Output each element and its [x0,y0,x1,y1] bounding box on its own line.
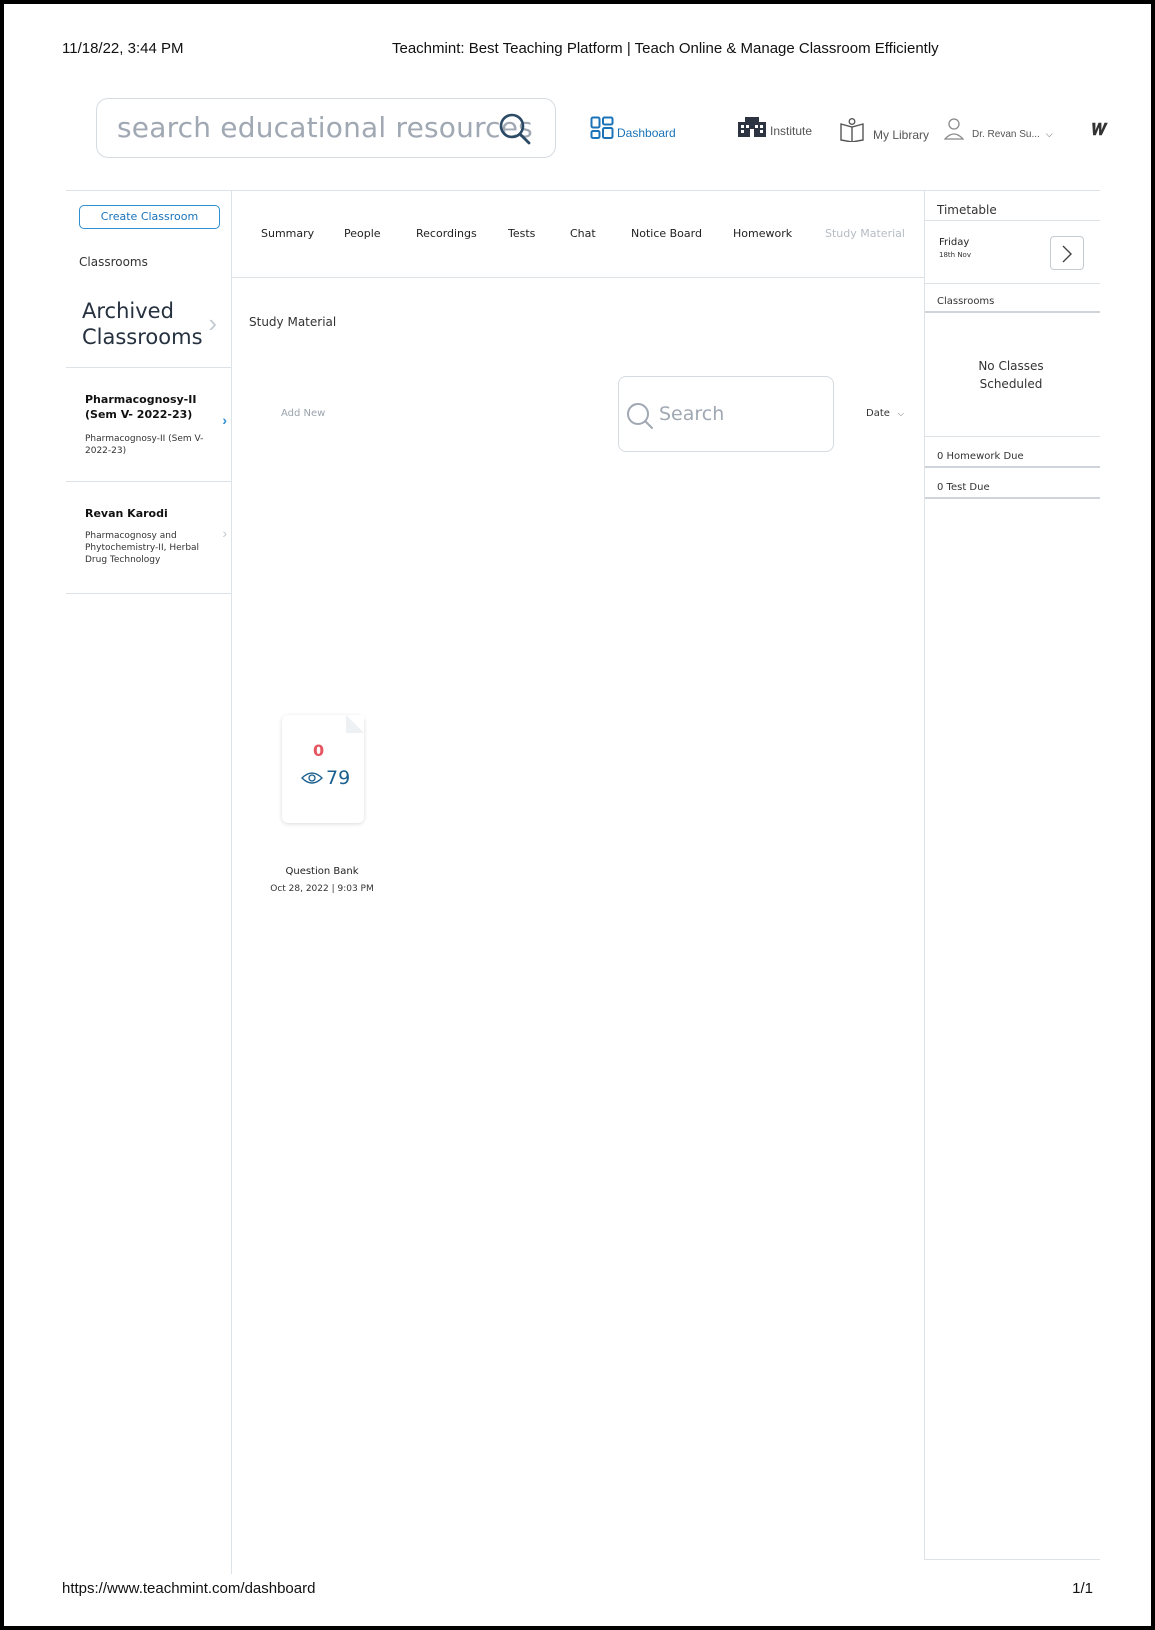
page-frame: 11/18/22, 3:44 PM Teachmint: Best Teachi… [0,0,1155,1630]
divider [925,220,1100,221]
page-fold [346,715,364,733]
classrooms-heading: Classrooms [79,255,148,269]
create-classroom-button[interactable]: Create Classroom [79,205,220,229]
view-count-value: 79 [326,767,351,789]
tab-chat[interactable]: Chat [570,227,596,240]
tab-homework[interactable]: Homework [733,227,792,240]
right-classrooms-label: Classrooms [937,296,995,307]
divider [925,497,1100,499]
divider [925,466,1100,468]
right-panel-divider [924,190,925,1560]
user-menu[interactable]: Dr. Revan Su... ⌵ [944,118,1053,140]
material-search-input[interactable]: Search [618,376,834,452]
tab-study-material[interactable]: Study Material [825,227,905,240]
sidebar-divider [231,190,232,1574]
tab-notice-board[interactable]: Notice Board [631,227,702,240]
tab-recordings[interactable]: Recordings [416,227,477,240]
right-panel-bottom-divider [924,1559,1100,1560]
divider [925,311,1100,313]
print-datetime: 11/18/22, 3:44 PM [62,40,184,57]
nav-institute[interactable]: Institute [737,116,812,138]
resource-search-placeholder: search educational resources [117,111,533,144]
archived-classrooms-link[interactable]: Archived Classrooms › [66,294,231,368]
divider [925,436,1100,437]
class-subtitle: Pharmacognosy and Phytochemistry-II, Her… [85,531,200,565]
print-page-title: Teachmint: Best Teaching Platform | Teac… [392,40,939,57]
nav-my-library[interactable]: My Library [839,118,929,142]
print-url: https://www.teachmint.com/dashboard [62,1580,316,1597]
sidebar-class-item[interactable]: Revan Karodi Pharmacognosy and Phytochem… [66,482,231,594]
file-date: Oct 28, 2022 | 9:03 PM [270,884,374,894]
user-avatar-icon [944,118,964,140]
homework-due[interactable]: 0 Homework Due [937,451,1024,462]
nav-dashboard-label: Dashboard [617,126,676,140]
chevron-right-icon [1062,245,1072,263]
file-card[interactable]: 0 79 [282,715,364,823]
library-book-icon [840,118,864,142]
next-day-button[interactable] [1050,236,1084,270]
search-icon [627,403,653,429]
search-icon[interactable] [497,111,533,147]
notification-bell-icon[interactable]: 𝑾 [1092,122,1107,140]
sort-label: Date [866,408,890,419]
chevron-right-icon: › [222,412,227,428]
chevron-down-icon: ⌵ [897,409,904,418]
sort-dropdown[interactable]: Date ⌵ [866,408,904,419]
sidebar-class-item[interactable]: Pharmacognosy-II (Sem V- 2022-23) Pharma… [66,369,231,482]
resource-search-input[interactable]: search educational resources [96,98,556,158]
classroom-tabs: Summary People Recordings Tests Chat Not… [232,190,924,278]
print-header: 11/18/22, 3:44 PM Teachmint: Best Teachi… [62,40,1093,62]
file-badge: 0 [313,741,325,760]
tab-people[interactable]: People [344,227,381,240]
eye-icon [301,772,323,784]
chevron-down-icon: ⌵ [1045,129,1053,139]
file-name[interactable]: Question Bank [256,866,388,877]
material-search-placeholder: Search [659,403,725,425]
divider [925,283,1100,284]
print-page-number: 1/1 [1072,1580,1093,1597]
timetable-title: Timetable [937,203,997,217]
no-classes-message: No Classes Scheduled [978,359,1044,391]
chevron-right-icon: › [208,308,217,338]
add-new-button[interactable]: Add New [281,408,325,419]
class-subtitle: Pharmacognosy-II (Sem V- 2022-23) [85,434,204,456]
user-name: Dr. Revan Su... [972,129,1040,140]
section-title: Study Material [249,315,337,329]
timetable-date: 18th Nov [939,251,971,259]
chevron-right-icon: › [222,525,227,541]
nav-dashboard[interactable]: Dashboard [590,116,676,140]
dashboard-icon [590,116,614,139]
tab-tests[interactable]: Tests [508,227,535,240]
test-due[interactable]: 0 Test Due [937,482,990,493]
nav-institute-label: Institute [770,124,813,138]
view-count: 79 [301,767,350,789]
tab-summary[interactable]: Summary [261,227,314,240]
class-name: Revan Karodi [85,507,168,520]
institute-building-icon [738,117,766,137]
print-footer: https://www.teachmint.com/dashboard 1/1 [62,1580,1093,1602]
timetable-day: Friday [939,237,970,248]
class-name: Pharmacognosy-II (Sem V- 2022-23) [85,393,197,421]
nav-my-library-label: My Library [873,128,930,142]
